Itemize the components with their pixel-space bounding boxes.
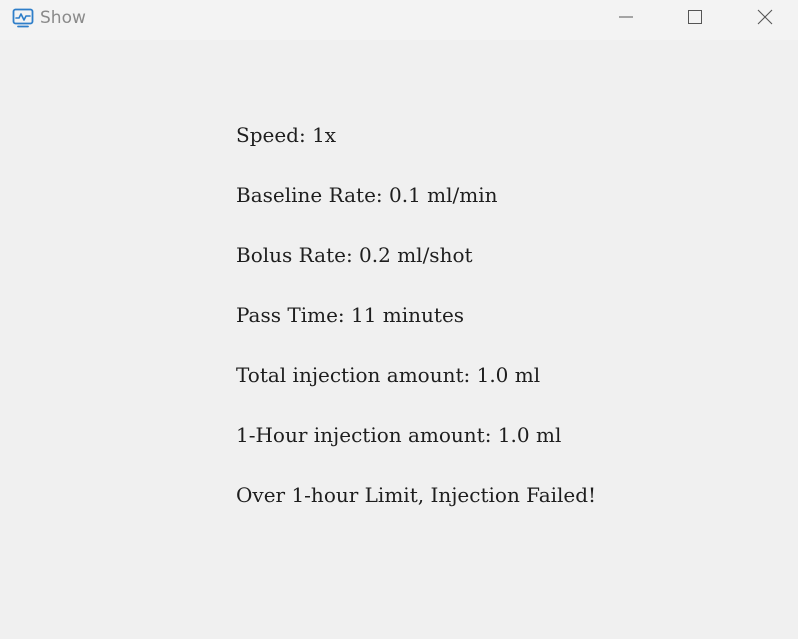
total-injection-label: Total injection amount: 1.0 ml bbox=[236, 363, 541, 387]
minimize-button[interactable] bbox=[603, 0, 649, 38]
title-bar[interactable]: Show bbox=[0, 0, 798, 40]
window-title: Show bbox=[40, 8, 86, 28]
speed-label: Speed: 1x bbox=[236, 123, 337, 147]
minimize-icon bbox=[618, 9, 634, 30]
monitor-chart-icon bbox=[12, 8, 34, 28]
bolus-rate-label: Bolus Rate: 0.2 ml/shot bbox=[236, 243, 473, 267]
maximize-icon bbox=[687, 9, 703, 30]
close-button[interactable] bbox=[742, 0, 788, 38]
show-window: Show Speed: 1x Baseline Rate: 0.1 ml/min… bbox=[0, 0, 798, 639]
maximize-button[interactable] bbox=[672, 0, 718, 38]
pass-time-label: Pass Time: 11 minutes bbox=[236, 303, 465, 327]
info-panel: Speed: 1x Baseline Rate: 0.1 ml/min Bolu… bbox=[236, 122, 596, 542]
close-icon bbox=[756, 8, 774, 31]
hour-injection-label: 1-Hour injection amount: 1.0 ml bbox=[236, 423, 562, 447]
baseline-rate-label: Baseline Rate: 0.1 ml/min bbox=[236, 183, 498, 207]
status-message: Over 1-hour Limit, Injection Failed! bbox=[236, 483, 597, 507]
